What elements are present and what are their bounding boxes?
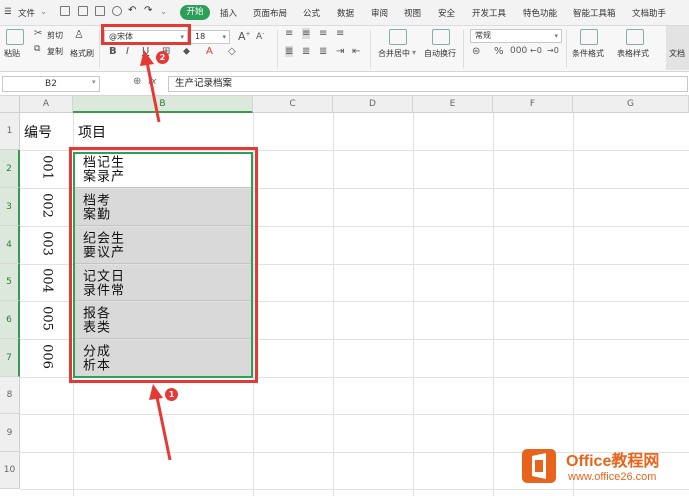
- watermark-url: www.office26.com: [568, 471, 657, 483]
- office-logo-icon: [522, 449, 556, 483]
- arrow-up-to-range: [149, 384, 172, 461]
- watermark: Office教程网 www.office26.com: [520, 443, 686, 493]
- arrow-up-to-font: [140, 50, 161, 123]
- watermark-title: Office教程网: [566, 453, 660, 470]
- annotation-arrows: [140, 50, 172, 461]
